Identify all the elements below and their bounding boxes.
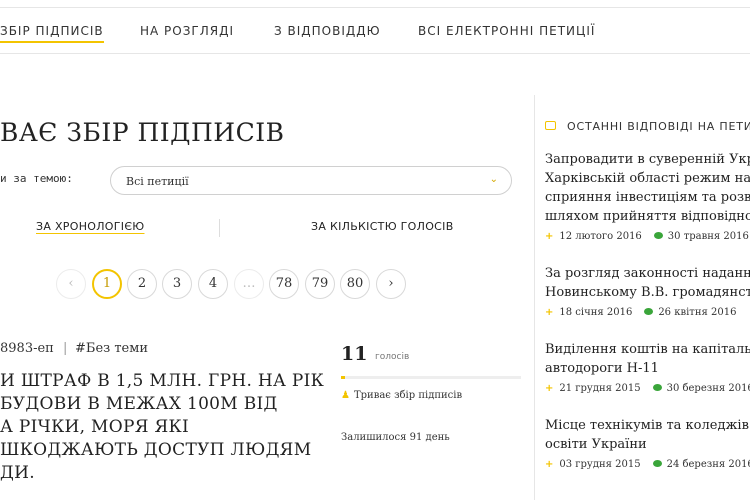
page-1[interactable]: 1 xyxy=(92,269,122,299)
answer-date: 26 квітня 2016 xyxy=(658,307,737,318)
plus-icon: + xyxy=(545,383,554,394)
sidebar-item[interactable]: Виділення коштів на капітальн автодороги… xyxy=(545,340,750,394)
petition-status: ♟ Триває збір підписів xyxy=(341,390,462,401)
votes-progress-bar xyxy=(341,376,521,379)
page-79[interactable]: 79 xyxy=(305,269,335,299)
answer-date: 24 березня 2016 xyxy=(666,459,750,470)
user-icon: ♟ xyxy=(341,390,350,401)
title-line: Запровадити в суверенній Укра xyxy=(545,152,750,167)
comment-icon xyxy=(653,232,663,239)
title-line: Місце технікумів та коледжів в xyxy=(545,418,750,433)
title-line: шляхом прийняття відповідног xyxy=(545,209,750,224)
plus-icon: + xyxy=(545,231,554,242)
chevron-down-icon: ⌄ xyxy=(489,174,498,185)
sidebar-item[interactable]: Місце технікумів та коледжів в освіти Ук… xyxy=(545,416,750,470)
title-line: За розгляд законності надання xyxy=(545,266,750,281)
votes-label: голосів xyxy=(375,352,410,362)
time-remaining: Залишилося 91 день xyxy=(341,432,450,443)
page-78[interactable]: 78 xyxy=(269,269,299,299)
created-date: 03 грудня 2015 xyxy=(559,459,641,470)
page-title: ВАЄ ЗБІР ПІДПИСІВ xyxy=(0,118,285,147)
title-line: автодороги Н-11 xyxy=(545,361,659,376)
sort-chronology[interactable]: ЗА ХРОНОЛОГІЄЮ xyxy=(36,220,144,233)
petition-title-line: А РІЧКИ, МОРЯ ЯКІ xyxy=(0,417,189,437)
sidebar-item-meta: +12 лютого 2016 30 травня 2016 xyxy=(545,231,750,242)
petition-title-line: И ШТРАФ В 1,5 МЛН. ГРН. НА РІК xyxy=(0,371,325,391)
created-date: 18 січня 2016 xyxy=(559,307,633,318)
title-line: Харківській області режим найб xyxy=(545,171,750,186)
page-2[interactable]: 2 xyxy=(127,269,157,299)
petition-tabs: ЗБІР ПІДПИСІВ НА РОЗГЛЯДІ З ВІДПОВІДДЮ В… xyxy=(0,8,750,54)
title-line: освіти України xyxy=(545,437,647,452)
status-text: Триває збір підписів xyxy=(353,390,463,401)
sidebar-item-title[interactable]: Виділення коштів на капітальн автодороги… xyxy=(545,340,750,378)
petition-title[interactable]: И ШТРАФ В 1,5 МЛН. ГРН. НА РІК БУДОВИ В … xyxy=(0,370,324,485)
tab-answered[interactable]: З ВІДПОВІДДЮ xyxy=(274,24,381,38)
tab-under-review[interactable]: НА РОЗГЛЯДІ xyxy=(140,24,234,38)
created-date: 12 лютого 2016 xyxy=(559,231,642,242)
sidebar-item-meta: +21 грудня 2015 30 березня 2016 xyxy=(545,383,750,394)
answer-date: 30 травня 2016 xyxy=(667,231,749,242)
title-line: Новинському В.В. громадянства xyxy=(545,285,750,300)
title-line: сприяння інвестиціям та розвит xyxy=(545,190,750,205)
topic-filter-label: и за темою: xyxy=(0,172,73,185)
comment-icon xyxy=(652,384,662,391)
topic-select-value: Всі петиції xyxy=(126,175,189,188)
plus-icon: + xyxy=(545,459,554,470)
topic-select[interactable]: Всі петиції ⌄ xyxy=(110,166,512,195)
petition-title-line: БУДОВИ В МЕЖАХ 100М ВІД xyxy=(0,394,278,414)
meta-separator: | xyxy=(63,341,68,356)
page-ellipsis: … xyxy=(234,269,264,299)
title-line: Виділення коштів на капітальн xyxy=(545,342,750,357)
sort-votes[interactable]: ЗА КІЛЬКІСТЮ ГОЛОСІВ xyxy=(311,220,454,233)
tab-all-petitions[interactable]: ВСІ ЕЛЕКТРОННІ ПЕТИЦІЇ xyxy=(418,24,595,38)
tab-collecting[interactable]: ЗБІР ПІДПИСІВ xyxy=(0,24,104,43)
sidebar-item-title[interactable]: За розгляд законності надання Новинськом… xyxy=(545,264,750,302)
sidebar-heading-text: ОСТАННІ ВІДПОВІДІ НА ПЕТИ xyxy=(567,120,750,133)
petition-theme[interactable]: #Без теми xyxy=(75,341,148,356)
page-3[interactable]: 3 xyxy=(162,269,192,299)
petition-title-line: ДИ. xyxy=(0,463,35,483)
petition-id: 8983-еп xyxy=(0,341,54,356)
plus-icon: + xyxy=(545,307,554,318)
sort-divider xyxy=(219,219,220,237)
answer-date: 30 березня 2016 xyxy=(666,383,750,394)
page-4[interactable]: 4 xyxy=(198,269,228,299)
sidebar-heading: ОСТАННІ ВІДПОВІДІ НА ПЕТИ xyxy=(545,120,750,133)
sidebar-item-meta: +18 січня 2016 26 квітня 2016 xyxy=(545,307,750,318)
sidebar-item[interactable]: Запровадити в суверенній Укра Харківські… xyxy=(545,150,750,242)
votes-count: 11 xyxy=(341,343,368,365)
sidebar-item-title[interactable]: Запровадити в суверенній Укра Харківські… xyxy=(545,150,750,226)
next-page-button[interactable]: › xyxy=(376,269,406,299)
prev-page-button[interactable]: ‹ xyxy=(56,269,86,299)
comment-icon xyxy=(644,308,654,315)
created-date: 21 грудня 2015 xyxy=(559,383,641,394)
sidebar-divider xyxy=(534,95,535,500)
sidebar-item-title[interactable]: Місце технікумів та коледжів в освіти Ук… xyxy=(545,416,750,454)
votes-progress-fill xyxy=(341,376,345,379)
sidebar-item[interactable]: За розгляд законності надання Новинськом… xyxy=(545,264,750,318)
sidebar-item-meta: +03 грудня 2015 24 березня 2016 xyxy=(545,459,750,470)
petition-title-line: ШКОДЖАЮТЬ ДОСТУП ЛЮДЯМ xyxy=(0,440,312,460)
page-80[interactable]: 80 xyxy=(340,269,370,299)
comment-icon xyxy=(652,460,662,467)
